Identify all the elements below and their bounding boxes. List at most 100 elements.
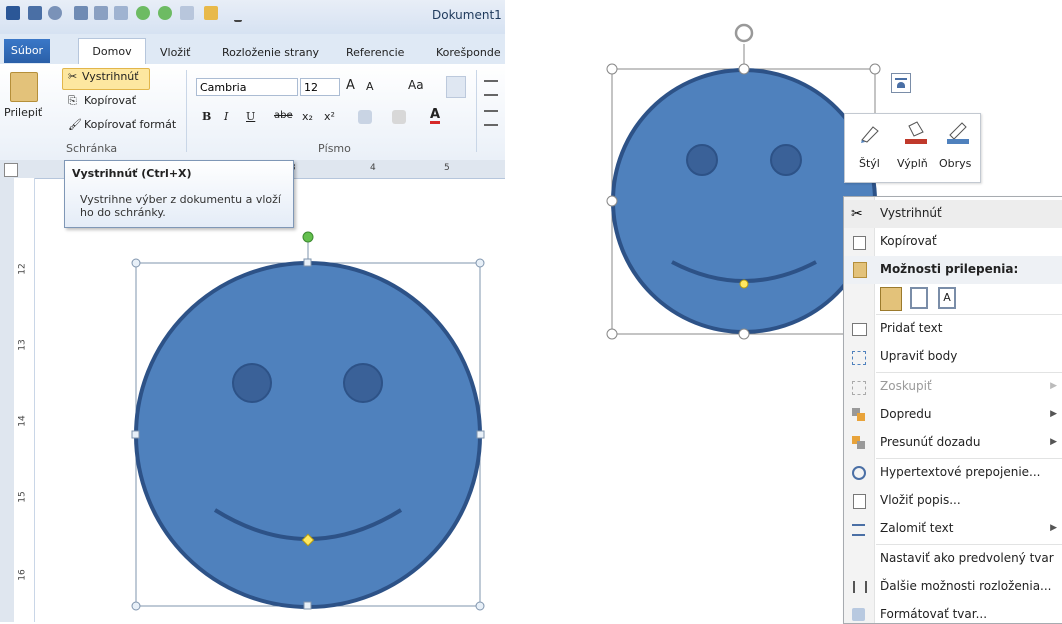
outline-button[interactable]: Obrys xyxy=(939,157,971,170)
vertical-ruler[interactable]: 12 13 14 15 16 xyxy=(14,178,35,622)
menu-item-send-backward[interactable]: Presunúť dozadu ▶ xyxy=(844,429,1062,457)
customize-toolbar-icon[interactable] xyxy=(234,6,242,22)
resize-handle[interactable] xyxy=(738,328,750,340)
font-group-label: Písmo xyxy=(318,142,351,155)
strikethrough-button[interactable]: abe xyxy=(274,110,293,121)
menu-item-format-shape[interactable]: Formátovať tvar... xyxy=(844,601,1062,623)
change-case-button[interactable]: Aa xyxy=(408,78,424,92)
save-icon[interactable] xyxy=(28,6,42,20)
clear-format-icon[interactable] xyxy=(446,76,466,98)
resize-handle[interactable] xyxy=(606,195,618,207)
tab-home[interactable]: Domov xyxy=(78,38,146,65)
menu-item-cut[interactable]: ✂ Vystrihnúť xyxy=(844,200,1062,228)
resize-handle[interactable] xyxy=(606,63,618,75)
tab-insert[interactable]: Vložiť xyxy=(160,42,190,64)
resize-handle[interactable] xyxy=(476,430,485,439)
menu-item-hyperlink[interactable]: Hypertextové prepojenie... xyxy=(844,459,1062,487)
resize-handle[interactable] xyxy=(606,328,618,340)
menu-item-add-text[interactable]: Pridať text xyxy=(844,315,1062,343)
resize-handle[interactable] xyxy=(303,601,312,610)
resize-handle[interactable] xyxy=(869,63,881,75)
highlight-icon[interactable] xyxy=(392,110,406,124)
layout-options-icon[interactable] xyxy=(891,73,911,93)
quick-print-icon[interactable] xyxy=(114,6,128,20)
paste-button[interactable]: Prilepiť xyxy=(4,106,42,119)
tab-mailings[interactable]: Korešponde xyxy=(436,42,501,64)
bullets-icon[interactable] xyxy=(484,80,498,96)
resize-handle[interactable] xyxy=(131,601,141,611)
menu-item-more-layout-options[interactable]: Ďalšie možnosti rozloženia... xyxy=(844,573,1062,601)
resize-handle[interactable] xyxy=(475,601,485,611)
underline-button[interactable]: U xyxy=(246,110,255,123)
shrink-font-button[interactable]: A xyxy=(366,80,374,93)
word-logo-icon xyxy=(6,6,20,20)
face xyxy=(611,68,877,334)
print-preview-icon[interactable] xyxy=(94,6,108,20)
open-folder-icon[interactable] xyxy=(204,6,218,20)
align-icon[interactable] xyxy=(484,110,498,126)
tooltip-title: Vystrihnúť (Ctrl+X) xyxy=(72,167,192,180)
submenu-arrow-icon: ▶ xyxy=(1050,381,1057,391)
copy-button[interactable]: Kopírovať xyxy=(84,94,136,107)
outline-pen-icon[interactable] xyxy=(945,120,971,146)
circle-icon-2[interactable] xyxy=(158,6,172,20)
adjust-handle[interactable] xyxy=(739,279,749,289)
paste-icon xyxy=(853,262,867,278)
menu-item-set-default-shape[interactable]: Nastaviť ako predvolený tvar xyxy=(844,545,1062,573)
fill-bucket-icon[interactable] xyxy=(903,120,929,146)
resize-handle[interactable] xyxy=(738,63,750,75)
font-family-select[interactable]: Cambria xyxy=(196,78,298,96)
redo-icon[interactable] xyxy=(74,6,88,20)
fill-button[interactable]: Výplň xyxy=(897,157,928,170)
circle-icon[interactable] xyxy=(136,6,150,20)
paste-merge-icon[interactable] xyxy=(910,287,928,309)
clipboard-group-label: Schránka xyxy=(66,142,118,155)
undo-icon[interactable] xyxy=(48,6,62,20)
grow-font-button[interactable]: A xyxy=(346,78,355,93)
format-painter-button[interactable]: Kopírovať formát xyxy=(84,118,176,131)
style-button[interactable]: Štýl xyxy=(859,157,880,170)
menu-item-edit-points[interactable]: Upraviť body xyxy=(844,343,1062,371)
bold-button[interactable]: B xyxy=(202,110,211,123)
menu-item-insert-caption[interactable]: Vložiť popis... xyxy=(844,487,1062,515)
document-title: Dokument1 xyxy=(432,8,502,22)
send-backward-icon-back xyxy=(857,441,865,449)
menu-item-copy[interactable]: Kopírovať xyxy=(844,228,1062,256)
tab-selector-icon[interactable] xyxy=(4,163,18,177)
tab-page-layout[interactable]: Rozloženie strany xyxy=(222,42,319,64)
scissors-icon: ✂ xyxy=(68,70,78,83)
paste-text-only-icon[interactable]: A xyxy=(938,287,956,309)
resize-handle[interactable] xyxy=(131,258,141,268)
menu-item-wrap-text[interactable]: Zalomiť text ▶ xyxy=(844,515,1062,543)
italic-button[interactable]: I xyxy=(224,110,228,123)
superscript-button[interactable]: x² xyxy=(324,110,335,123)
submenu-arrow-icon: ▶ xyxy=(1050,409,1057,419)
left-eye xyxy=(232,363,272,403)
menu-item-bring-forward[interactable]: Dopredu ▶ xyxy=(844,401,1062,429)
ruler-strip xyxy=(0,178,14,622)
text-effects-icon[interactable] xyxy=(358,110,372,124)
copy-icon xyxy=(853,236,866,250)
tab-file[interactable]: Súbor xyxy=(4,39,50,63)
ribbon: Prilepiť ✂ Vystrihnúť ⎘ Kopírovať 🖌 Kopí… xyxy=(0,64,505,161)
cut-tooltip: Vystrihnúť (Ctrl+X) Vystrihne výber z do… xyxy=(64,160,294,228)
tooltip-body: Vystrihne výber z dokumentu a vloží ho d… xyxy=(80,193,281,219)
spelling-icon[interactable] xyxy=(180,6,194,20)
resize-handle[interactable] xyxy=(475,258,485,268)
smiley-shape[interactable] xyxy=(126,226,496,622)
font-color-button[interactable]: A xyxy=(430,108,441,124)
paste-keep-source-icon[interactable] xyxy=(880,287,902,311)
face xyxy=(134,261,482,609)
tab-references[interactable]: Referencie xyxy=(346,42,404,64)
resize-handle[interactable] xyxy=(131,430,140,439)
copy-icon: ⎘ xyxy=(68,94,77,107)
shape-style-icon[interactable] xyxy=(859,122,881,144)
rotate-icon[interactable] xyxy=(734,23,754,43)
ruler-number: 12 xyxy=(17,263,28,275)
title-bar: Dokument1 xyxy=(0,0,505,34)
subscript-button[interactable]: x₂ xyxy=(302,110,313,123)
resize-handle[interactable] xyxy=(303,258,312,267)
font-size-select[interactable]: 12 xyxy=(300,78,340,96)
rotation-handle[interactable] xyxy=(302,231,314,243)
paste-icon[interactable] xyxy=(10,72,38,102)
